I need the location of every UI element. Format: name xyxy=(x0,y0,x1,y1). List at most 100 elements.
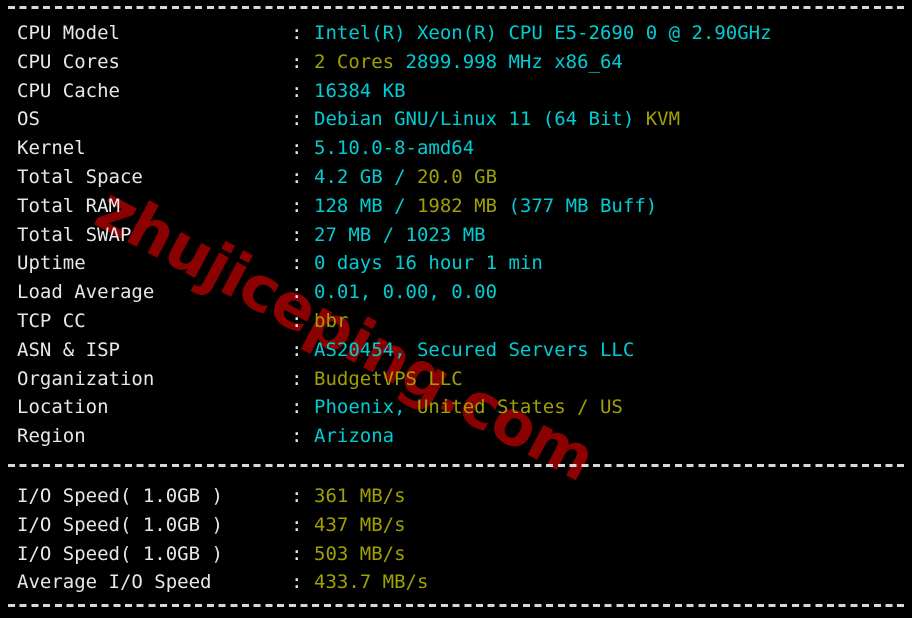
row-label: I/O Speed( 1.0GB ) xyxy=(17,513,223,536)
terminal-row: TCP CC: bbr xyxy=(0,307,912,336)
value-segment: 503 MB/s xyxy=(314,542,406,565)
value-segment: 16384 KB xyxy=(314,79,406,102)
value-segment: United States / US xyxy=(416,396,623,419)
terminal-row: Total RAM:128 MB / 1982 MB (377 MB Buff) xyxy=(0,192,912,221)
row-value: 5.10.0-8-amd64 xyxy=(314,134,474,163)
row-label: CPU Model xyxy=(17,22,120,44)
terminal-row: OS: Debian GNU/Linux 11 (64 Bit) KVM xyxy=(0,105,912,134)
separator-top xyxy=(8,6,908,9)
row-value: Arizona xyxy=(314,422,394,451)
value-segment: AS20454, Secured Servers LLC xyxy=(314,338,635,361)
row-separator-colon: : xyxy=(291,542,303,565)
value-segment: / xyxy=(394,194,406,217)
value-segment: 361 MB/s xyxy=(314,485,406,507)
value-segment: 433.7 MB/s xyxy=(314,571,429,594)
terminal-row: I/O Speed( 1.0GB ):503 MB/s xyxy=(0,540,912,569)
row-separator-colon: : xyxy=(291,485,303,507)
row-label: Location xyxy=(17,396,109,419)
terminal-row: I/O Speed( 1.0GB ):361 MB/s xyxy=(0,482,912,511)
row-label: Kernel xyxy=(17,137,86,160)
value-segment: bbr xyxy=(314,310,349,332)
value-segment: (377 MB Buff) xyxy=(497,194,658,217)
row-value: 128 MB / 1982 MB (377 MB Buff) xyxy=(314,192,657,221)
value-segment: Phoenix, xyxy=(314,396,417,419)
value-segment: 2899.998 MHz x86_64 xyxy=(394,50,623,73)
row-separator-colon: : xyxy=(291,425,303,448)
separator-bottom xyxy=(8,604,908,607)
terminal-row: I/O Speed( 1.0GB ):437 MB/s xyxy=(0,511,912,540)
terminal-row: Organization: BudgetVPS LLC xyxy=(0,365,912,394)
row-label: Load Average xyxy=(17,281,155,304)
terminal-row: ASN & ISP: AS20454, Secured Servers LLC xyxy=(0,336,912,365)
value-segment: / xyxy=(394,166,406,188)
row-separator-colon: : xyxy=(291,108,303,131)
row-value: 433.7 MB/s xyxy=(314,568,428,597)
value-segment: 2 Cores xyxy=(314,50,395,73)
row-value: AS20454, Secured Servers LLC xyxy=(314,336,634,365)
row-separator-colon: : xyxy=(291,137,303,160)
row-value: 4.2 GB / 20.0 GB xyxy=(314,163,497,192)
row-label: Total SWAP xyxy=(17,223,132,246)
row-label: Average I/O Speed xyxy=(17,571,212,594)
row-separator-colon: : xyxy=(291,194,303,217)
row-separator-colon: : xyxy=(291,571,303,594)
row-separator-colon: : xyxy=(291,22,303,44)
value-segment: 0 days 16 hour 1 min xyxy=(314,252,543,275)
value-segment: BudgetVPS LLC xyxy=(314,367,463,390)
row-separator-colon: : xyxy=(291,338,303,361)
terminal-row: Total Space:4.2 GB / 20.0 GB xyxy=(0,163,912,192)
row-label: I/O Speed( 1.0GB ) xyxy=(17,485,223,507)
row-value: 27 MB / 1023 MB xyxy=(314,221,486,250)
row-label: Uptime xyxy=(17,252,86,275)
value-segment: 0.01, 0.00, 0.00 xyxy=(314,281,498,304)
terminal-row: CPU Cores:2 Cores 2899.998 MHz x86_64 xyxy=(0,48,912,77)
row-value: bbr xyxy=(314,307,348,336)
row-separator-colon: : xyxy=(291,396,303,419)
value-segment: Debian GNU/Linux 11 (64 Bit) xyxy=(314,108,646,131)
row-label: TCP CC xyxy=(17,310,86,332)
row-value: Phoenix, United States / US xyxy=(314,393,623,422)
terminal-row: Average I/O Speed:433.7 MB/s xyxy=(0,568,912,597)
terminal-row: Location: Phoenix, United States / US xyxy=(0,393,912,422)
row-label: I/O Speed( 1.0GB ) xyxy=(17,542,223,565)
value-segment: Intel(R) Xeon(R) CPU E5-2690 0 @ 2.90GHz xyxy=(314,22,772,44)
terminal-row: CPU Model: Intel(R) Xeon(R) CPU E5-2690 0… xyxy=(0,19,912,48)
value-segment: 27 MB / 1023 MB xyxy=(314,223,486,246)
row-label: CPU Cores xyxy=(17,50,120,73)
row-label: Total RAM xyxy=(17,194,120,217)
value-segment: 128 MB xyxy=(314,194,395,217)
row-separator-colon: : xyxy=(291,252,303,275)
terminal-row: Total SWAP:27 MB / 1023 MB xyxy=(0,221,912,250)
row-separator-colon: : xyxy=(291,166,303,188)
row-value: Debian GNU/Linux 11 (64 Bit) KVM xyxy=(314,105,680,134)
row-value: BudgetVPS LLC xyxy=(314,365,463,394)
value-segment: 1982 MB xyxy=(405,194,498,217)
row-separator-colon: : xyxy=(291,281,303,304)
row-value: 0 days 16 hour 1 min xyxy=(314,249,543,278)
value-segment: 20.0 GB xyxy=(405,166,498,188)
row-separator-colon: : xyxy=(291,513,303,536)
value-segment: 5.10.0-8-amd64 xyxy=(314,137,475,160)
row-value: 437 MB/s xyxy=(314,511,406,540)
row-value: Intel(R) Xeon(R) CPU E5-2690 0 @ 2.90GHz xyxy=(314,19,772,48)
row-label: CPU Cache xyxy=(17,79,120,102)
row-label: ASN & ISP xyxy=(17,338,120,361)
row-separator-colon: : xyxy=(291,50,303,73)
value-segment: 437 MB/s xyxy=(314,513,406,536)
row-value: 503 MB/s xyxy=(314,540,406,569)
separator-middle xyxy=(8,464,908,467)
row-label: Organization xyxy=(17,367,155,390)
row-value: 2 Cores 2899.998 MHz x86_64 xyxy=(314,48,623,77)
value-segment: Arizona xyxy=(314,425,395,448)
row-separator-colon: : xyxy=(291,223,303,246)
row-label: Region xyxy=(17,425,86,448)
value-segment: KVM xyxy=(645,108,681,131)
row-separator-colon: : xyxy=(291,310,303,332)
row-label: OS xyxy=(17,108,40,131)
value-segment: 4.2 GB xyxy=(314,166,395,188)
terminal-window: zhujiceping.com CPU Model: Intel(R) Xeon(… xyxy=(0,0,912,618)
row-label: Total Space xyxy=(17,166,143,188)
row-value: 0.01, 0.00, 0.00 xyxy=(314,278,497,307)
terminal-row: Kernel:5.10.0-8-amd64 xyxy=(0,134,912,163)
row-value: 361 MB/s xyxy=(314,482,406,511)
